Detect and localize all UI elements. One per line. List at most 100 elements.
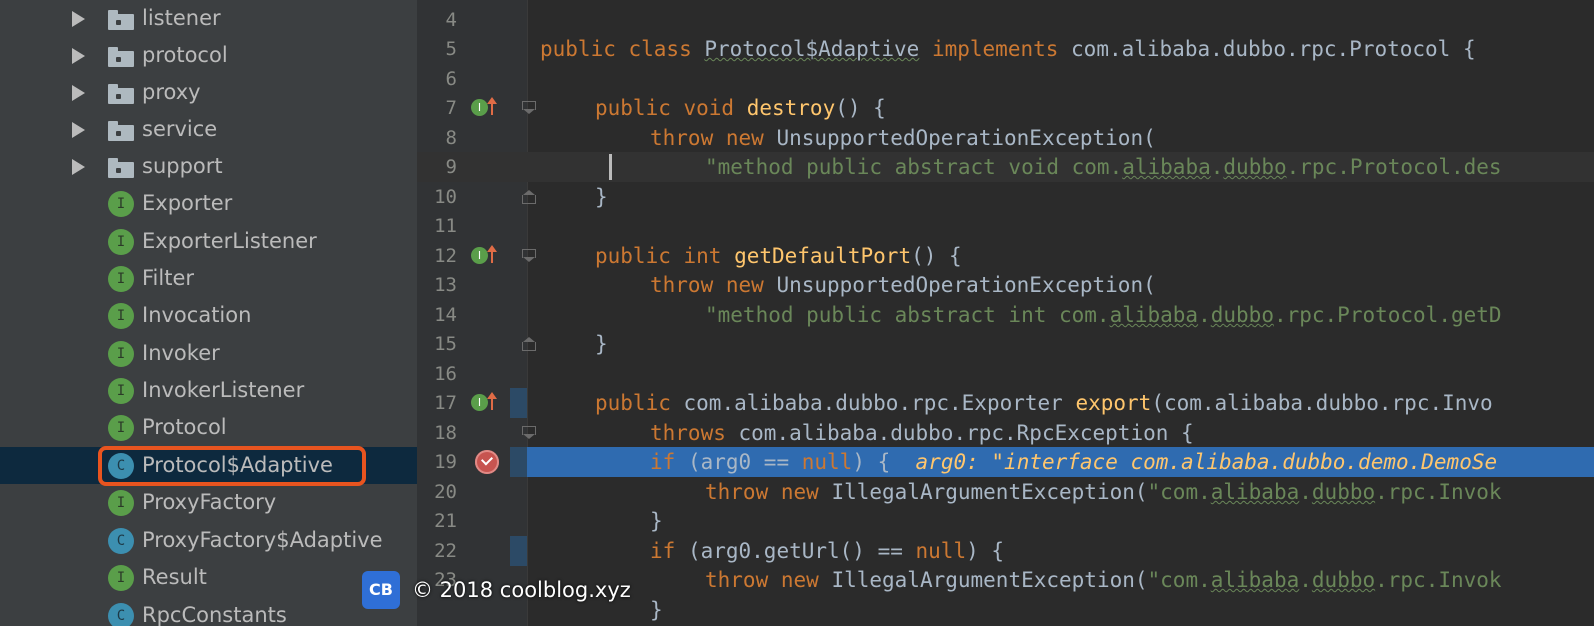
tree-folder-service[interactable]: service xyxy=(0,111,417,148)
tree-item-label: Filter xyxy=(142,266,195,290)
tree-item-proxyfactory[interactable]: I ProxyFactory xyxy=(0,484,417,521)
tree-item-exporter[interactable]: I Exporter xyxy=(0,185,417,222)
line-number: 21 xyxy=(434,510,457,532)
interface-icon: I xyxy=(108,341,134,367)
tree-item-invocation[interactable]: I Invocation xyxy=(0,297,417,334)
expand-arrow-icon[interactable] xyxy=(70,148,86,185)
tree-item-label: support xyxy=(142,154,223,178)
tree-item-label: RpcConstants xyxy=(142,603,287,626)
breakpoint-icon[interactable] xyxy=(475,450,499,474)
expand-arrow-icon[interactable] xyxy=(70,37,86,74)
tree-item-label: Exporter xyxy=(142,191,233,215)
code-text: throw new IllegalArgumentException("com.… xyxy=(705,480,1502,504)
implements-icon[interactable]: I xyxy=(471,247,488,264)
fold-icon[interactable] xyxy=(522,190,536,204)
code-line-current[interactable]: 19 if (arg0 == null) { arg0: "interface … xyxy=(417,447,1594,477)
code-text: public class Protocol$Adaptive implement… xyxy=(540,37,1476,61)
fold-icon[interactable] xyxy=(522,426,536,440)
folder-icon xyxy=(108,121,134,141)
code-line[interactable]: 8 throw new UnsupportedOperationExceptio… xyxy=(417,123,1594,153)
tree-item-rpcconstants[interactable]: C RpcConstants xyxy=(0,597,417,626)
tree-item-exporterlistener[interactable]: I ExporterListener xyxy=(0,223,417,260)
code-line[interactable]: 6 xyxy=(417,64,1594,94)
code-editor[interactable]: 4 5 public class Protocol$Adaptive imple… xyxy=(417,0,1594,626)
tree-item-invokerlistener[interactable]: I InvokerListener xyxy=(0,372,417,409)
code-line[interactable]: 20 throw new IllegalArgumentException("c… xyxy=(417,477,1594,507)
line-number: 10 xyxy=(434,186,457,208)
tree-item-proxyfactory-adaptive[interactable]: C ProxyFactory$Adaptive xyxy=(0,522,417,559)
fold-icon[interactable] xyxy=(522,337,536,351)
code-line[interactable]: 22 if (arg0.getUrl() == null) { xyxy=(417,536,1594,566)
interface-icon: I xyxy=(108,378,134,404)
tree-item-result[interactable]: I Result xyxy=(0,559,417,596)
code-line[interactable]: 11 xyxy=(417,211,1594,241)
code-line[interactable]: 12 I public int getDefaultPort() { xyxy=(417,241,1594,271)
tree-folder-protocol[interactable]: protocol xyxy=(0,37,417,74)
interface-icon: I xyxy=(108,415,134,441)
code-line[interactable]: 18 throws com.alibaba.dubbo.rpc.RpcExcep… xyxy=(417,418,1594,448)
code-line[interactable]: 9 "method public abstract void com.aliba… xyxy=(417,152,1594,182)
tree-item-label: listener xyxy=(142,6,221,30)
code-text: throw new UnsupportedOperationException( xyxy=(650,126,1156,150)
tree-item-protocol[interactable]: I Protocol xyxy=(0,409,417,446)
line-number: 9 xyxy=(445,156,457,178)
watermark-text: © 2018 coolblog.xyz xyxy=(412,578,631,602)
code-text: if (arg0.getUrl() == null) { xyxy=(650,539,1005,563)
tree-item-label: ProxyFactory xyxy=(142,490,277,514)
tree-item-invoker[interactable]: I Invoker xyxy=(0,335,417,372)
implements-arrow-icon[interactable] xyxy=(487,392,497,410)
expand-arrow-icon[interactable] xyxy=(70,111,86,148)
code-text: } xyxy=(595,185,608,209)
code-text: } xyxy=(650,598,663,622)
fold-icon[interactable] xyxy=(522,249,536,263)
tree-folder-proxy[interactable]: proxy xyxy=(0,74,417,111)
code-line[interactable]: 4 xyxy=(417,5,1594,35)
implements-arrow-icon[interactable] xyxy=(487,97,497,115)
code-text: throw new IllegalArgumentException("com.… xyxy=(705,568,1502,592)
fold-icon[interactable] xyxy=(522,101,536,115)
expand-arrow-icon[interactable] xyxy=(70,74,86,111)
watermark: CB © 2018 coolblog.xyz xyxy=(362,570,631,610)
implements-icon[interactable]: I xyxy=(471,99,488,116)
interface-icon: I xyxy=(108,565,134,591)
code-text: "method public abstract void com.alibaba… xyxy=(705,155,1502,179)
code-line[interactable]: 14 "method public abstract int com.aliba… xyxy=(417,300,1594,330)
class-icon: C xyxy=(108,603,134,626)
code-line[interactable]: 15 } xyxy=(417,329,1594,359)
line-number: 17 xyxy=(434,392,457,414)
code-line[interactable]: 10 } xyxy=(417,182,1594,212)
line-number: 20 xyxy=(434,481,457,503)
change-marker xyxy=(510,447,527,477)
code-line[interactable]: 21 } xyxy=(417,506,1594,536)
change-marker xyxy=(510,388,527,418)
code-line[interactable]: 7 I public void destroy() { xyxy=(417,93,1594,123)
folder-icon xyxy=(108,10,134,30)
line-number: 12 xyxy=(434,245,457,267)
text-caret xyxy=(609,154,612,180)
tree-item-label: protocol xyxy=(142,43,228,67)
code-line[interactable]: 17 I public com.alibaba.dubbo.rpc.Export… xyxy=(417,388,1594,418)
implements-icon[interactable]: I xyxy=(471,394,488,411)
expand-arrow-icon[interactable] xyxy=(70,0,86,37)
tree-folder-listener[interactable]: listener xyxy=(0,0,417,37)
code-text: public com.alibaba.dubbo.rpc.Exporter ex… xyxy=(595,391,1493,415)
code-line[interactable]: 16 xyxy=(417,359,1594,389)
tree-folder-support[interactable]: support xyxy=(0,148,417,185)
change-marker xyxy=(510,536,527,566)
line-number: 18 xyxy=(434,422,457,444)
highlight-box xyxy=(98,446,366,486)
code-line[interactable]: 5 public class Protocol$Adaptive impleme… xyxy=(417,34,1594,64)
interface-icon: I xyxy=(108,229,134,255)
inline-debug-value: arg0: "interface com.alibaba.dubbo.demo.… xyxy=(915,450,1498,474)
code-line[interactable]: 13 throw new UnsupportedOperationExcepti… xyxy=(417,270,1594,300)
watermark-logo: CB xyxy=(362,571,400,609)
line-number: 19 xyxy=(434,451,457,473)
implements-arrow-icon[interactable] xyxy=(487,245,497,263)
line-number: 22 xyxy=(434,540,457,562)
code-text: } xyxy=(595,332,608,356)
code-text: "method public abstract int com.alibaba.… xyxy=(705,303,1502,327)
code-text: throws com.alibaba.dubbo.rpc.RpcExceptio… xyxy=(650,421,1194,445)
tree-item-filter[interactable]: I Filter xyxy=(0,260,417,297)
line-number: 15 xyxy=(434,333,457,355)
interface-icon: I xyxy=(108,191,134,217)
